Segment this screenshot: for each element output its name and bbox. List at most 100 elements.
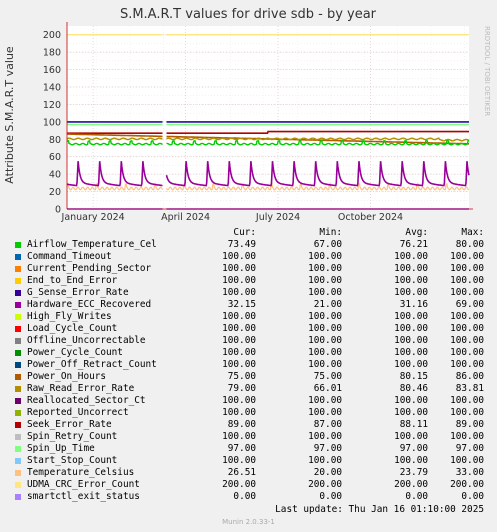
legend-swatch	[15, 482, 21, 488]
legend-cur-value: 97.00	[227, 443, 256, 454]
legend-row: Reallocated_Sector_Ct 100.00 100.00 100.00 1…	[14, 395, 484, 407]
legend-swatch	[15, 242, 21, 248]
legend-avg-value: 31.16	[399, 299, 428, 310]
legend-row: Seek_Error_Rate 89.00 87.00 88.11 89.00	[14, 419, 484, 431]
legend-min-value: 100.00	[308, 275, 342, 286]
legend-row: G_Sense_Error_Rate 100.00 100.00 100.00 100.…	[14, 287, 484, 299]
legend-swatch	[15, 362, 21, 368]
legend-row: Power_On_Hours 75.00 75.00 80.15 86.00	[14, 371, 484, 383]
legend-row: smartctl_exit_status 0.00 0.00 0.00 0.00	[14, 491, 484, 503]
chart-title: S.M.A.R.T values for drive sdb - by year	[120, 7, 377, 22]
legend-avg-value: 100.00	[394, 323, 428, 334]
legend-header: Cur: Min: Avg: Max:	[14, 227, 484, 239]
legend-min-value: 21.00	[313, 299, 342, 310]
y-tick-label: 200	[43, 30, 61, 41]
legend-cur-value: 75.00	[227, 371, 256, 382]
legend-row: Reported_Uncorrect 100.00 100.00 100.00 100.…	[14, 407, 484, 419]
legend-series-name: Load_Cycle_Count	[27, 323, 118, 334]
legend-min-value: 100.00	[308, 311, 342, 322]
legend-header-max: Max:	[461, 227, 484, 238]
legend-swatch	[15, 458, 21, 464]
legend-row: Offline_Uncorrectable 100.00 100.00 100.00 1…	[14, 335, 484, 347]
legend-row: Power_Off_Retract_Count 100.00 100.00 100.0…	[14, 359, 484, 371]
x-tick-label: January 2024	[61, 212, 125, 223]
legend-min-value: 100.00	[308, 347, 342, 358]
legend-cur-value: 100.00	[222, 347, 256, 358]
y-tick-label: 80	[49, 135, 61, 146]
legend-avg-value: 97.00	[399, 443, 428, 454]
legend-min-value: 67.00	[313, 239, 342, 250]
legend-max-value: 100.00	[450, 251, 484, 262]
legend-cur-value: 100.00	[222, 251, 256, 262]
legend-cur-value: 100.00	[222, 407, 256, 418]
legend-max-value: 100.00	[450, 347, 484, 358]
legend-series-name: Power_On_Hours	[27, 371, 107, 382]
y-tick-label: 180	[43, 48, 61, 59]
legend-header-min: Min:	[319, 227, 342, 238]
legend-swatch	[15, 266, 21, 272]
legend-min-value: 100.00	[308, 335, 342, 346]
legend-series-name: smartctl_exit_status	[27, 491, 140, 502]
legend-min-value: 75.00	[313, 371, 342, 382]
legend-series-name: End_to_End_Error	[27, 275, 118, 286]
legend-max-value: 100.00	[450, 335, 484, 346]
legend-avg-value: 100.00	[394, 431, 428, 442]
legend-avg-value: 23.79	[399, 467, 428, 478]
legend-max-value: 100.00	[450, 287, 484, 298]
legend-cur-value: 26.51	[227, 467, 256, 478]
legend-series-name: Spin_Up_Time	[27, 443, 95, 454]
legend-max-value: 100.00	[450, 455, 484, 466]
legend-avg-value: 100.00	[394, 455, 428, 466]
legend-min-value: 100.00	[308, 395, 342, 406]
chart: S.M.A.R.T values for drive sdb - by year…	[3, 7, 491, 223]
legend: Cur: Min: Avg: Max: Airflow_Temperature_…	[14, 227, 484, 503]
y-tick-label: 140	[43, 83, 61, 94]
legend-header-cur: Cur:	[233, 227, 256, 238]
legend-max-value: 100.00	[450, 323, 484, 334]
legend-swatch	[15, 422, 21, 428]
legend-series-name: Power_Off_Retract_Count	[27, 359, 157, 370]
legend-header-avg: Avg:	[405, 227, 428, 238]
legend-min-value: 100.00	[308, 407, 342, 418]
legend-min-value: 100.00	[308, 251, 342, 262]
legend-avg-value: 100.00	[394, 347, 428, 358]
legend-row: Hardware_ECC_Recovered 32.15 21.00 31.16 69.…	[14, 299, 484, 311]
legend-max-value: 69.00	[455, 299, 484, 310]
legend-row: Spin_Up_Time 97.00 97.00 97.00 97.00	[14, 443, 484, 455]
legend-row: UDMA_CRC_Error_Count 200.00 200.00 200.00 20…	[14, 479, 484, 491]
legend-avg-value: 100.00	[394, 395, 428, 406]
y-tick-label: 40	[49, 170, 61, 181]
y-tick-label: 20	[49, 187, 61, 198]
legend-max-value: 97.00	[455, 443, 484, 454]
legend-avg-value: 80.46	[399, 383, 428, 394]
legend-min-value: 100.00	[308, 359, 342, 370]
y-axis-label: Attribute S.M.A.R.T value	[3, 46, 16, 184]
legend-max-value: 33.00	[455, 467, 484, 478]
legend-cur-value: 100.00	[222, 323, 256, 334]
legend-cur-value: 100.00	[222, 287, 256, 298]
legend-series-name: Airflow_Temperature_Cel	[27, 239, 157, 250]
legend-avg-value: 80.15	[399, 371, 428, 382]
legend-cur-value: 89.00	[227, 419, 256, 430]
legend-swatch	[15, 494, 21, 500]
legend-swatch	[15, 302, 21, 308]
legend-cur-value: 100.00	[222, 335, 256, 346]
legend-series-name: Temperature_Celsius	[27, 467, 135, 478]
legend-avg-value: 100.00	[394, 287, 428, 298]
last-update: Last update: Thu Jan 16 01:10:00 2025	[275, 504, 484, 515]
legend-series-name: Reallocated_Sector_Ct	[27, 395, 146, 406]
legend-max-value: 83.81	[455, 383, 484, 394]
legend-row: Command_Timeout 100.00 100.00 100.00 100.00	[14, 251, 484, 263]
legend-max-value: 100.00	[450, 275, 484, 286]
legend-row: Power_Cycle_Count 100.00 100.00 100.00 100.0…	[14, 347, 484, 359]
legend-row: Load_Cycle_Count 100.00 100.00 100.00 100.00	[14, 323, 484, 335]
legend-avg-value: 100.00	[394, 275, 428, 286]
legend-min-value: 66.01	[313, 383, 342, 394]
legend-row: Airflow_Temperature_Cel 73.49 67.00 76.21 80…	[14, 239, 484, 251]
legend-swatch	[15, 326, 21, 332]
plot-area	[67, 26, 469, 209]
legend-max-value: 86.00	[455, 371, 484, 382]
legend-max-value: 100.00	[450, 263, 484, 274]
y-tick-label: 60	[49, 152, 61, 163]
legend-avg-value: 76.21	[399, 239, 428, 250]
